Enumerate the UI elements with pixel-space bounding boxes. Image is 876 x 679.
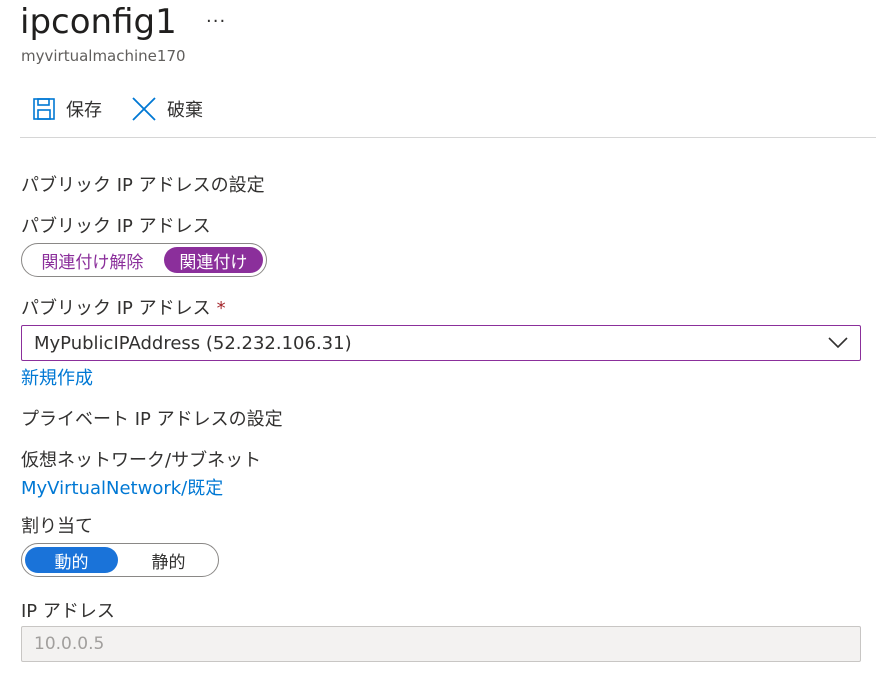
public-ip-select-label: パブリック IP アドレス * bbox=[21, 294, 226, 320]
more-options-button[interactable]: ... bbox=[206, 6, 226, 27]
discard-button[interactable]: 破棄 bbox=[131, 94, 203, 124]
save-label: 保存 bbox=[66, 100, 102, 121]
create-new-link[interactable]: 新規作成 bbox=[21, 364, 93, 390]
private-ip-section-title: プライベート IP アドレスの設定 bbox=[21, 409, 283, 430]
associate-option[interactable]: 関連付け bbox=[163, 247, 263, 273]
public-ip-select[interactable]: MyPublicIPAddress (52.232.106.31) bbox=[21, 325, 861, 361]
close-icon bbox=[131, 96, 157, 122]
save-icon bbox=[32, 97, 56, 121]
page-subtitle: myvirtualmachine170 bbox=[21, 47, 186, 65]
page-title: ipconfig1 bbox=[20, 2, 177, 42]
disassociate-option[interactable]: 関連付け解除 bbox=[25, 247, 160, 273]
assignment-toggle: 動的 静的 bbox=[21, 543, 219, 577]
public-ip-section-title: パブリック IP アドレスの設定 bbox=[21, 175, 265, 196]
vnet-subnet-label: 仮想ネットワーク/サブネット bbox=[21, 450, 262, 471]
ip-address-label: IP アドレス bbox=[21, 601, 115, 622]
static-option[interactable]: 静的 bbox=[122, 547, 215, 573]
vnet-subnet-link[interactable]: MyVirtualNetwork/既定 bbox=[21, 474, 223, 500]
toolbar-divider bbox=[20, 137, 876, 138]
ip-address-value: 10.0.0.5 bbox=[34, 634, 105, 654]
required-indicator: * bbox=[216, 298, 226, 319]
chevron-down-icon bbox=[828, 337, 848, 349]
ip-address-field[interactable]: 10.0.0.5 bbox=[21, 626, 861, 662]
public-ip-select-value: MyPublicIPAddress (52.232.106.31) bbox=[34, 332, 352, 354]
public-ip-association-toggle: 関連付け解除 関連付け bbox=[21, 243, 267, 277]
discard-label: 破棄 bbox=[167, 100, 203, 121]
assignment-label: 割り当て bbox=[21, 516, 93, 537]
dynamic-option[interactable]: 動的 bbox=[25, 547, 118, 573]
public-ip-toggle-label: パブリック IP アドレス bbox=[21, 216, 211, 237]
public-ip-select-label-text: パブリック IP アドレス bbox=[21, 298, 211, 319]
save-button[interactable]: 保存 bbox=[32, 94, 102, 124]
